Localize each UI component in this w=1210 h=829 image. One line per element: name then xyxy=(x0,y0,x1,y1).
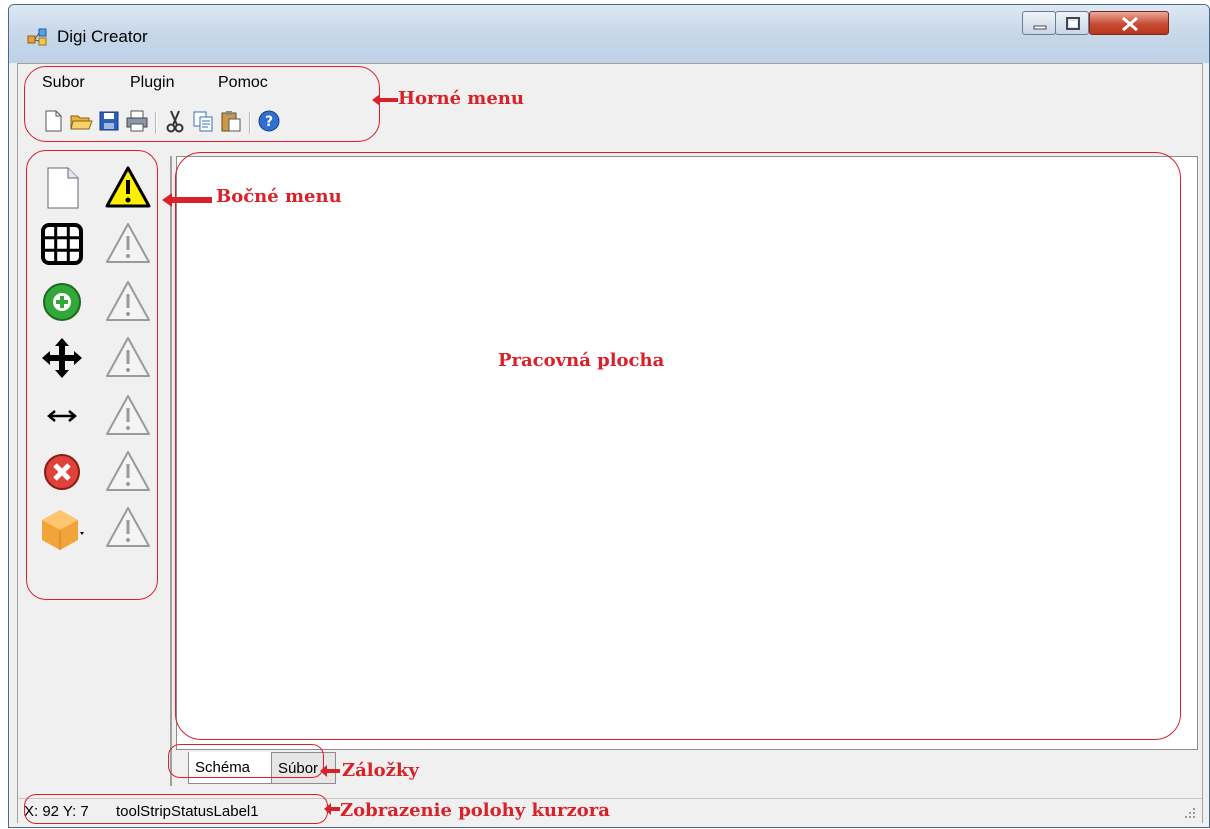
help-icon: ? xyxy=(258,110,280,132)
grid-icon xyxy=(41,223,83,265)
annotation-top-menu: Horné menu xyxy=(398,88,524,109)
resize-horizontal-icon xyxy=(47,410,77,422)
title-bar[interactable]: Digi Creator xyxy=(9,5,1209,63)
side-delete-button[interactable] xyxy=(38,448,86,496)
tab-schema[interactable]: Schéma xyxy=(188,752,272,784)
toolbar-separator xyxy=(155,112,157,134)
open-button[interactable] xyxy=(68,108,94,134)
warning-active-icon xyxy=(105,166,151,208)
copy-button[interactable] xyxy=(190,108,216,134)
side-new-page-button[interactable] xyxy=(38,164,86,212)
help-button[interactable]: ? xyxy=(256,108,282,134)
annotation-workspace: Pracovná plocha xyxy=(498,350,665,371)
menu-subor[interactable]: Subor xyxy=(42,74,85,92)
new-file-button[interactable] xyxy=(40,108,66,134)
client-area: Subor Plugin Pomoc ? Schéma Súbor X: 92 … xyxy=(17,63,1203,823)
svg-text:?: ? xyxy=(265,114,273,130)
warning-disabled-icon xyxy=(106,337,150,377)
paste-button[interactable] xyxy=(218,108,244,134)
app-icon xyxy=(27,28,47,46)
maximize-icon xyxy=(1066,17,1080,30)
status-bar: X: 92 Y: 7 toolStripStatusLabel1 xyxy=(18,798,1202,823)
annotation-cursor-position: Zobrazenie polohy kurzora xyxy=(340,800,610,821)
print-icon xyxy=(126,110,148,132)
side-warning-button-7[interactable] xyxy=(104,504,152,552)
copy-icon xyxy=(193,111,213,132)
toolbar-separator xyxy=(249,112,251,134)
arrow-left-icon xyxy=(324,803,340,815)
side-add-button[interactable] xyxy=(38,278,86,326)
warning-disabled-icon xyxy=(106,507,150,547)
save-button[interactable] xyxy=(96,108,122,134)
annotation-side-menu: Bočné menu xyxy=(216,186,342,207)
arrow-left-icon xyxy=(162,193,212,207)
maximize-button[interactable] xyxy=(1055,11,1089,35)
warning-disabled-icon xyxy=(106,281,150,321)
menu-plugin[interactable]: Plugin xyxy=(130,74,174,92)
menu-pomoc[interactable]: Pomoc xyxy=(218,74,268,92)
side-warning-button-6[interactable] xyxy=(104,448,152,496)
arrow-left-icon xyxy=(320,765,340,777)
arrow-left-icon xyxy=(372,94,398,106)
window-title: Digi Creator xyxy=(57,27,148,46)
workspace-canvas[interactable] xyxy=(176,156,1198,750)
side-grid-button[interactable] xyxy=(38,220,86,268)
side-resize-button[interactable] xyxy=(38,392,86,440)
delete-icon xyxy=(44,454,80,490)
warning-disabled-icon xyxy=(106,451,150,491)
side-warning-button-1[interactable] xyxy=(104,164,152,212)
new-file-icon xyxy=(45,110,62,132)
save-icon xyxy=(99,111,119,131)
side-warning-button-3[interactable] xyxy=(104,278,152,326)
side-move-button[interactable] xyxy=(38,334,86,382)
close-button[interactable] xyxy=(1089,11,1169,35)
print-button[interactable] xyxy=(124,108,150,134)
move-icon xyxy=(42,338,82,378)
close-icon xyxy=(1122,16,1138,32)
cursor-coordinates: X: 92 Y: 7 xyxy=(24,803,89,820)
app-window: Digi Creator Subor Plugin Pomoc ? Schéma… xyxy=(8,4,1210,828)
side-warning-button-2[interactable] xyxy=(104,220,152,268)
paste-icon xyxy=(221,111,241,132)
cube-dropdown-icon xyxy=(42,510,84,550)
cut-icon xyxy=(166,110,184,133)
resize-grip-icon[interactable] xyxy=(1184,807,1196,819)
new-page-icon xyxy=(47,167,79,209)
side-cube-dropdown-button[interactable] xyxy=(38,504,86,552)
warning-disabled-icon xyxy=(106,395,150,435)
open-folder-icon xyxy=(70,115,93,130)
add-icon xyxy=(43,283,81,321)
side-warning-button-5[interactable] xyxy=(104,392,152,440)
cut-button[interactable] xyxy=(162,108,188,134)
side-warning-button-4[interactable] xyxy=(104,334,152,382)
annotation-tabs: Záložky xyxy=(342,760,419,781)
minimize-icon xyxy=(1033,25,1047,30)
side-menu-divider xyxy=(170,156,172,786)
warning-disabled-icon xyxy=(106,223,150,263)
status-label: toolStripStatusLabel1 xyxy=(116,803,259,820)
minimize-button[interactable] xyxy=(1022,11,1056,35)
